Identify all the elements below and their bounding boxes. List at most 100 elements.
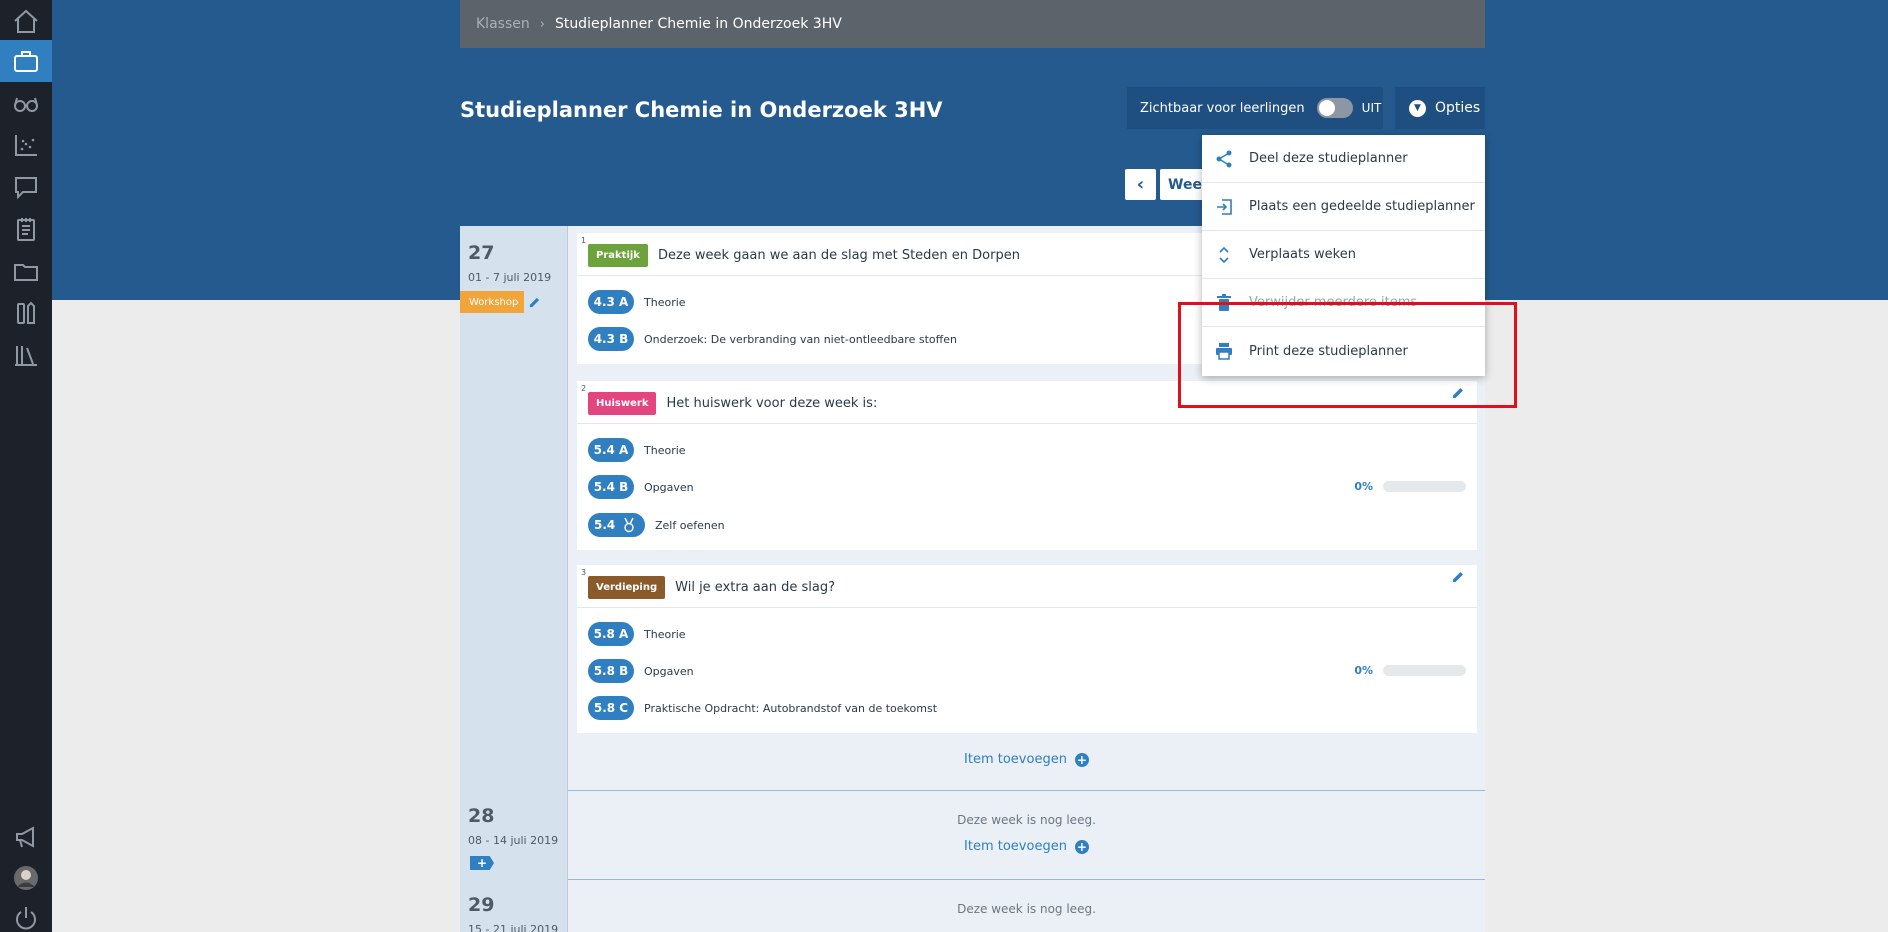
options-menu: Deel deze studieplanner Plaats een gedee… [1202, 135, 1485, 376]
week-dates: 08 - 14 juli 2019 [468, 834, 559, 847]
trash-icon [1217, 294, 1231, 311]
scatter-chart-icon [15, 135, 37, 156]
progress-percent: 0% [1354, 480, 1373, 493]
section-code: 5.4 [594, 518, 616, 532]
item-title: Het huiswerk voor deze week is: [666, 396, 878, 411]
item-tag-huiswerk: Huiswerk [588, 392, 657, 415]
progress-bar [1383, 665, 1466, 676]
section-row[interactable]: 5.4 Zelf oefenen [588, 513, 725, 537]
edit-pencil-icon[interactable] [1451, 570, 1465, 584]
sidebar [0, 0, 52, 932]
options-label: Opties [1435, 100, 1481, 116]
add-item-button[interactable]: Item toevoegen + [568, 752, 1485, 767]
menu-item-label: Print deze studieplanner [1249, 343, 1408, 359]
item-number: 2 [581, 384, 587, 393]
sidebar-item-glasses[interactable] [0, 82, 52, 124]
menu-item-delete-multiple[interactable]: Verwijder meerdere items [1202, 279, 1485, 327]
edit-pencil-icon[interactable] [1451, 386, 1465, 400]
folder-icon [14, 264, 38, 281]
visibility-toggle-box: Zichtbaar voor leerlingen UIT [1127, 87, 1383, 129]
power-icon [16, 907, 36, 930]
breadcrumb-link-classes[interactable]: Klassen [476, 16, 530, 32]
item-title: Deze week gaan we aan de slag met Steden… [657, 248, 1020, 263]
plus-circle-icon: + [1074, 752, 1089, 767]
progress-indicator: 0% [1354, 480, 1466, 493]
add-item-button[interactable]: Item toevoegen + [568, 839, 1485, 854]
sidebar-item-tools[interactable] [0, 292, 52, 334]
section-label: Praktische Opdracht: Autobrandstof van d… [644, 701, 938, 715]
home-icon [14, 9, 38, 33]
visibility-toggle[interactable] [1316, 98, 1353, 118]
section-row[interactable]: 5.8 B Opgaven [588, 659, 694, 683]
planner-item-card[interactable]: 2 Huiswerk Het huiswerk voor deze week i… [577, 381, 1477, 550]
section-code-pill: 5.8 A [588, 622, 634, 646]
sidebar-item-results[interactable] [0, 124, 52, 166]
section-row[interactable]: 4.3 A Theorie [588, 290, 686, 314]
section-code-pill: 5.4 [588, 513, 645, 537]
sidebar-item-logout[interactable] [0, 897, 52, 932]
glasses-icon [14, 97, 38, 112]
section-code-pill: 5.8 B [588, 659, 634, 683]
megaphone-icon [16, 826, 34, 848]
item-title: Wil je extra aan de slag? [675, 580, 835, 595]
item-number: 1 [581, 236, 587, 245]
section-row[interactable]: 4.3 B Onderzoek: De verbranding van niet… [588, 327, 957, 351]
week-number: 27 [468, 242, 495, 264]
section-row[interactable]: 5.8 C Praktische Opdracht: Autobrandstof… [588, 696, 937, 720]
edit-pencil-icon[interactable] [528, 296, 541, 309]
progress-indicator: 0% [1354, 664, 1466, 677]
sidebar-item-profile[interactable] [0, 857, 52, 899]
section-label: Theorie [644, 295, 686, 309]
sidebar-item-files[interactable] [0, 250, 52, 292]
progress-bar [1383, 481, 1466, 492]
breadcrumb: Klassen › Studieplanner Chemie in Onderz… [460, 0, 1485, 48]
menu-item-share[interactable]: Deel deze studieplanner [1202, 135, 1485, 183]
planner-item-card[interactable]: 3 Verdieping Wil je extra aan de slag? 5… [577, 565, 1477, 733]
add-week-tag-button[interactable]: + [470, 856, 494, 870]
section-row[interactable]: 5.4 A Theorie [588, 438, 686, 462]
menu-item-import[interactable]: Plaats een gedeelde studieplanner [1202, 183, 1485, 231]
menu-item-label: Deel deze studieplanner [1249, 151, 1408, 166]
empty-week-text: Deze week is nog leeg. [957, 902, 1096, 916]
chat-icon [15, 177, 37, 200]
prev-week-button[interactable]: ‹ [1125, 169, 1156, 200]
sidebar-item-library[interactable] [0, 334, 52, 376]
breadcrumb-separator-icon: › [539, 16, 545, 32]
print-icon [1216, 343, 1232, 360]
sidebar-item-messages[interactable] [0, 166, 52, 208]
week-dates: 01 - 7 juli 2019 [468, 271, 552, 284]
section-row[interactable]: 5.4 B Opgaven [588, 475, 694, 499]
sidebar-item-classes[interactable] [0, 40, 52, 82]
add-item-label: Item toevoegen [964, 752, 1067, 767]
add-item-label: Item toevoegen [964, 839, 1067, 854]
options-button[interactable]: ▼ Opties [1395, 87, 1485, 129]
week-number: 28 [468, 805, 495, 827]
section-row[interactable]: 5.8 A Theorie [588, 622, 686, 646]
week-dates: 15 - 21 juli 2019 [468, 923, 559, 932]
library-icon [15, 346, 37, 366]
chevron-left-icon: ‹ [1136, 174, 1145, 195]
menu-item-print[interactable]: Print deze studieplanner [1202, 327, 1485, 375]
breadcrumb-current: Studieplanner Chemie in Onderzoek 3HV [554, 16, 842, 32]
item-number: 3 [581, 568, 587, 577]
week-tag-workshop[interactable]: Workshop [460, 291, 524, 313]
section-code-pill: 5.4 A [588, 438, 634, 462]
section-label: Theorie [644, 443, 686, 457]
section-label: Zelf oefenen [655, 518, 725, 532]
sidebar-item-home[interactable] [0, 0, 52, 42]
week-number: 29 [468, 894, 495, 916]
page-title: Studieplanner Chemie in Onderzoek 3HV [460, 98, 943, 122]
share-icon [1216, 150, 1232, 168]
sidebar-item-announcements[interactable] [0, 816, 52, 858]
tools-icon [17, 301, 35, 324]
section-code-pill: 4.3 A [588, 290, 634, 314]
menu-item-label: Verwijder meerdere items [1249, 295, 1418, 310]
notepad-icon [17, 218, 35, 241]
empty-week-text: Deze week is nog leeg. [957, 813, 1096, 827]
week-body-28 [568, 791, 1485, 880]
section-label: Opgaven [644, 480, 694, 494]
menu-item-label: Plaats een gedeelde studieplanner [1249, 199, 1475, 214]
item-tag-praktijk: Praktijk [588, 244, 648, 267]
menu-item-move-weeks[interactable]: Verplaats weken [1202, 231, 1485, 279]
sidebar-item-notes[interactable] [0, 208, 52, 250]
